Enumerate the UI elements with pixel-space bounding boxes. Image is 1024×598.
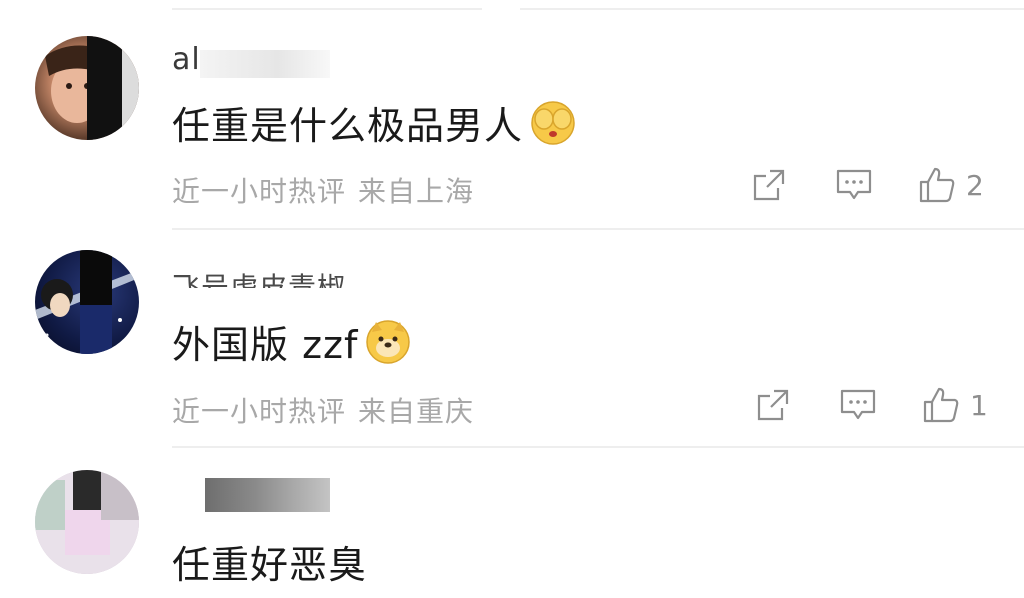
share-icon [757,389,789,421]
comment-time: 近一小时热评 [172,395,347,428]
comment-location: 来自上海 [358,175,475,208]
comment-icon [836,169,872,200]
avatar-image [35,250,139,354]
reply-button[interactable] [840,388,876,422]
thumbs-up-icon [919,167,955,203]
share-button[interactable] [752,168,786,202]
redacted-username [205,478,330,512]
comment-item: 飞号虎皮青椒 外国版 zzf 近一小时热评 来自重庆 1 [0,228,1024,448]
avatar-image [45,36,139,140]
avatar[interactable] [35,36,139,140]
comment-text: 任重好恶臭 [172,534,367,589]
redacted-username [200,50,330,78]
share-icon [753,169,785,201]
like-count: 2 [966,168,984,202]
like-button[interactable]: 2 [918,166,984,204]
doge-emoji [366,319,411,364]
comment-text-body: 外国版 zzf [172,323,359,367]
reply-button[interactable] [836,168,872,202]
like-button[interactable]: 1 [922,386,988,424]
comment-meta: 近一小时热评 来自重庆 [172,390,474,430]
avatar[interactable] [35,250,139,354]
avatar[interactable] [35,470,139,574]
covering-eyes-emoji [531,100,575,145]
comment-text: 外国版 zzf [172,314,412,369]
comment-text: 任重是什么极品男人 [172,95,577,150]
comment-location: 来自重庆 [358,395,475,428]
thumbs-up-icon [923,387,959,423]
share-button[interactable] [756,388,790,422]
username[interactable]: 飞号虎皮青椒 [172,266,346,288]
comment-time: 近一小时热评 [172,175,347,208]
comment-icon [840,389,876,420]
like-count: 1 [970,388,988,422]
comment-meta: 近一小时热评 来自上海 [172,170,474,210]
comment-item: al 任重是什么极品男人 近一小时热评 来自上海 2 [0,0,1024,228]
comment-text-body: 任重是什么极品男人 [172,104,524,148]
avatar-image [35,470,139,574]
comment-text-body: 任重好恶臭 [172,543,368,587]
username[interactable]: al [172,42,201,77]
comment-item: 任重好恶臭 [0,446,1024,598]
